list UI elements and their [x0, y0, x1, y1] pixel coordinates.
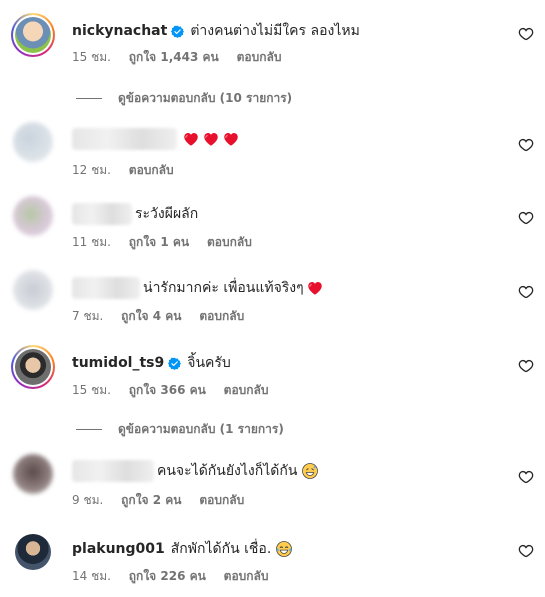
avatar[interactable]: [11, 13, 55, 57]
blurred-username[interactable]: [72, 128, 177, 150]
red-heart-emoji-icon: [306, 279, 324, 297]
like-heart-icon[interactable]: [518, 469, 534, 485]
username[interactable]: tumidol_ts9: [72, 355, 164, 371]
view-replies-label: ดูข้อความตอบกลับ (1 รายการ): [118, 422, 284, 436]
comment-text: สักพักได้กัน เชื่อ.: [170, 541, 272, 557]
like-heart-icon[interactable]: [518, 137, 534, 153]
comment-text: ต่างคนต่างไม่มีใคร ลองไหม: [190, 23, 360, 39]
grinning-sweat-emoji-icon: [302, 463, 319, 479]
reply-button[interactable]: ตอบกลับ: [207, 235, 252, 249]
red-heart-emoji-icon: [182, 130, 200, 148]
avatar[interactable]: [13, 454, 53, 494]
like-count[interactable]: ถูกใจ 366 คน: [129, 383, 206, 397]
comment-time[interactable]: 14 ชม.: [72, 569, 111, 583]
replies-divider: [76, 98, 102, 99]
avatar[interactable]: [13, 196, 53, 236]
avatar[interactable]: [11, 345, 55, 389]
comment-text: คนจะได้กันยังไงก็ได้กัน: [157, 463, 298, 479]
comment-time[interactable]: 7 ชม.: [72, 309, 103, 323]
comment-time[interactable]: 9 ชม.: [72, 493, 103, 507]
view-replies-button[interactable]: ดูข้อความตอบกลับ (10 รายการ): [76, 89, 292, 108]
blurred-username[interactable]: [72, 203, 132, 225]
reply-button[interactable]: ตอบกลับ: [224, 383, 269, 397]
red-heart-emoji-icon: [222, 130, 240, 148]
reply-button[interactable]: ตอบกลับ: [224, 569, 269, 583]
verified-badge-icon: [168, 357, 181, 370]
comment-time[interactable]: 15 ชม.: [72, 50, 111, 64]
tears-of-joy-emoji-icon: [276, 541, 293, 557]
blurred-username[interactable]: [72, 277, 140, 299]
comment-text: จิ้นครับ: [187, 355, 231, 371]
like-count[interactable]: ถูกใจ 2 คน: [121, 493, 181, 507]
like-count[interactable]: ถูกใจ 4 คน: [121, 309, 181, 323]
comment-text: น่ารักมากค่ะ เพื่อนแท้จริงๆ: [143, 280, 304, 296]
blurred-username[interactable]: [72, 460, 154, 482]
avatar[interactable]: [13, 122, 53, 162]
comment-text: ระวังผีผลัก: [135, 206, 199, 222]
avatar[interactable]: [13, 270, 53, 310]
reply-button[interactable]: ตอบกลับ: [199, 493, 244, 507]
like-heart-icon[interactable]: [518, 210, 534, 226]
like-heart-icon[interactable]: [518, 284, 534, 300]
username[interactable]: plakung001: [72, 541, 165, 557]
username[interactable]: nickynachat: [72, 23, 167, 39]
red-heart-emoji-icon: [202, 130, 220, 148]
view-replies-label: ดูข้อความตอบกลับ (10 รายการ): [118, 91, 293, 105]
like-count[interactable]: ถูกใจ 226 คน: [129, 569, 206, 583]
like-count[interactable]: ถูกใจ 1,443 คน: [129, 50, 219, 64]
avatar[interactable]: [15, 534, 51, 570]
like-heart-icon[interactable]: [518, 358, 534, 374]
like-heart-icon[interactable]: [518, 543, 534, 559]
view-replies-button[interactable]: ดูข้อความตอบกลับ (1 รายการ): [76, 420, 284, 439]
verified-badge-icon: [171, 25, 184, 38]
reply-button[interactable]: ตอบกลับ: [199, 309, 244, 323]
reply-button[interactable]: ตอบกลับ: [237, 50, 282, 64]
reply-button[interactable]: ตอบกลับ: [129, 163, 174, 177]
comment-time[interactable]: 11 ชม.: [72, 235, 111, 249]
comment-time[interactable]: 15 ชม.: [72, 383, 111, 397]
like-count[interactable]: ถูกใจ 1 คน: [129, 235, 189, 249]
like-heart-icon[interactable]: [518, 26, 534, 42]
comment-time[interactable]: 12 ชม.: [72, 163, 111, 177]
replies-divider: [76, 429, 102, 430]
